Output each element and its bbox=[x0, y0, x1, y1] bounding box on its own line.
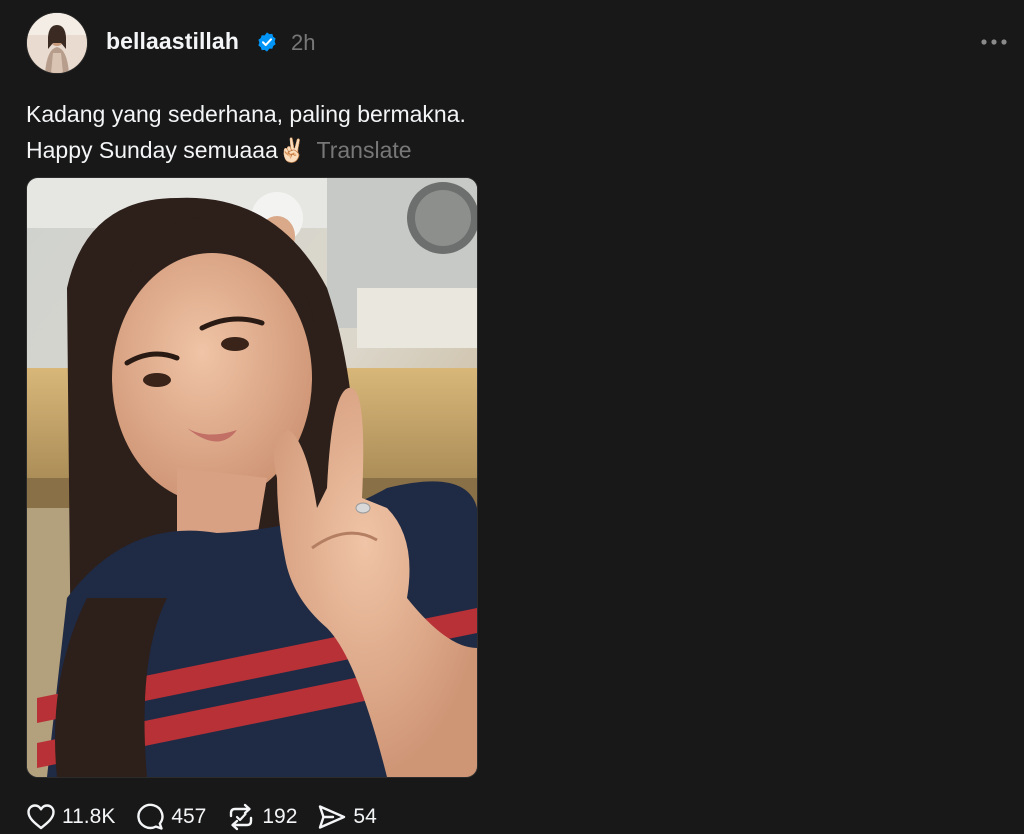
selfie-image bbox=[27, 178, 477, 777]
repost-count: 192 bbox=[262, 805, 298, 828]
share-count: 54 bbox=[353, 805, 377, 828]
heart-icon bbox=[27, 804, 55, 830]
post-photo[interactable] bbox=[26, 177, 478, 778]
avatar-image bbox=[27, 13, 87, 73]
avatar[interactable] bbox=[26, 12, 88, 74]
share-button[interactable]: 54 bbox=[317, 803, 377, 831]
comment-button[interactable]: 457 bbox=[135, 803, 206, 831]
like-button[interactable]: 11.8K bbox=[26, 803, 115, 831]
username[interactable]: bellaastillah bbox=[106, 28, 239, 55]
victory-hand-emoji: ✌🏻 bbox=[277, 137, 307, 163]
repost-icon bbox=[230, 803, 253, 831]
post-timestamp: 2h bbox=[291, 30, 316, 55]
caption-line-2-text: Happy Sunday semuaaa bbox=[26, 137, 278, 163]
translate-link[interactable]: Translate bbox=[317, 137, 412, 163]
post-actions: 11.8K 457 192 54 bbox=[26, 800, 397, 834]
more-options-button[interactable] bbox=[978, 30, 1010, 54]
caption-line-1: Kadang yang sederhana, paling bermakna. bbox=[26, 101, 466, 127]
send-icon bbox=[319, 805, 346, 829]
thread-post: bellaastillah 2h Kadang yang sederhana, … bbox=[0, 0, 1024, 834]
comment-bubble-icon bbox=[137, 803, 164, 830]
post-caption: Kadang yang sederhana, paling bermakna. … bbox=[26, 96, 466, 168]
like-count: 11.8K bbox=[62, 805, 116, 828]
repost-button[interactable]: 192 bbox=[226, 803, 297, 831]
verified-badge-icon bbox=[258, 32, 276, 52]
caption-line-2: Happy Sunday semuaaa✌🏻 Translate bbox=[26, 132, 466, 168]
more-horizontal-icon bbox=[981, 39, 1007, 45]
comment-count: 457 bbox=[171, 805, 207, 828]
